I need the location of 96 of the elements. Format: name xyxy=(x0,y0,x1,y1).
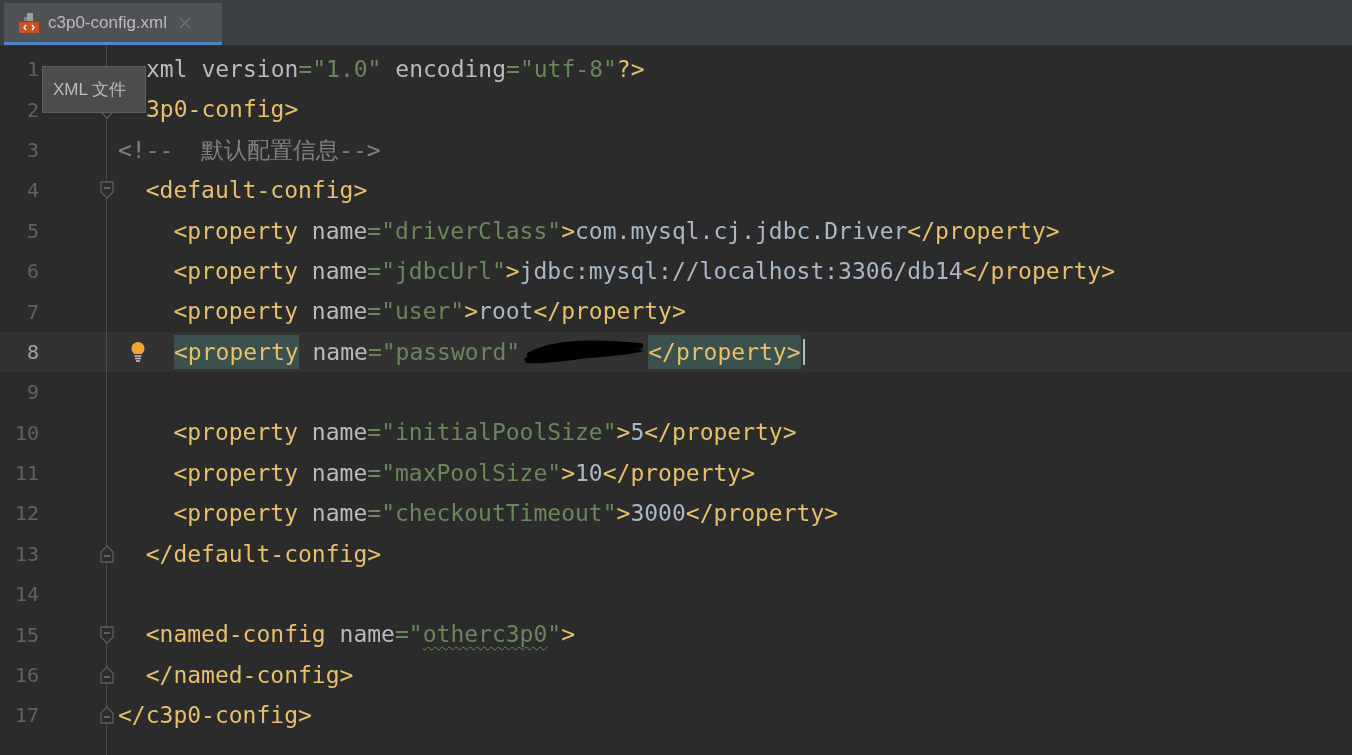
xml-tag: > xyxy=(616,496,631,531)
equals-sign: = xyxy=(367,458,382,488)
line-number: 9 xyxy=(25,379,40,407)
close-icon[interactable] xyxy=(179,16,192,29)
attribute-value: "password" xyxy=(381,337,521,367)
line-number: 13 xyxy=(13,540,40,568)
attribute-name: name xyxy=(310,256,368,286)
lightbulb-icon[interactable] xyxy=(130,340,146,363)
line-number: 8 xyxy=(25,338,40,366)
attribute-value: "jdbcUrl" xyxy=(381,256,506,286)
equals-sign: = xyxy=(367,337,382,367)
line-number: 11 xyxy=(13,460,40,488)
attribute-value: " xyxy=(408,620,423,650)
fold-marker-icon[interactable] xyxy=(100,544,114,563)
line-number: 14 xyxy=(13,581,40,609)
equals-sign: = xyxy=(367,297,382,327)
attribute-name: name xyxy=(310,216,368,246)
fold-marker-icon[interactable] xyxy=(100,625,114,644)
xml-tag: </property> xyxy=(907,213,1060,248)
element-text: com.mysql.cj.jdbc.Driver xyxy=(575,216,908,246)
tab-title: c3p0-config.xml xyxy=(48,11,168,34)
code-comment: <!-- 默认配置信息--> xyxy=(118,135,381,165)
xml-file-icon xyxy=(18,11,40,34)
fold-marker-icon[interactable] xyxy=(100,666,114,685)
line-number: 12 xyxy=(13,500,40,528)
attribute-value: "initialPoolSize" xyxy=(381,418,617,448)
attribute-value: " xyxy=(547,620,562,650)
line-number: 16 xyxy=(13,662,40,690)
line-number: 6 xyxy=(25,258,40,286)
attribute-value: "checkoutTimeout" xyxy=(381,499,617,529)
attribute-value: "maxPoolSize" xyxy=(381,458,562,488)
xml-tag: </c3p0-config> xyxy=(118,698,312,733)
xml-tag: </property> xyxy=(533,294,686,329)
element-text: 10 xyxy=(575,458,603,488)
attribute-value: "user" xyxy=(381,297,465,327)
xml-tag: <property xyxy=(118,253,298,289)
fold-marker-icon[interactable] xyxy=(100,706,114,725)
element-text: 5 xyxy=(630,418,645,448)
attribute-value: "driverClass" xyxy=(381,216,562,246)
equals-sign: = xyxy=(394,620,409,650)
attribute-name: version xyxy=(200,54,299,84)
line-number: 5 xyxy=(25,217,40,245)
xml-tag: </property> xyxy=(644,415,797,450)
equals-sign: = xyxy=(367,418,382,448)
xml-tag: <property xyxy=(118,294,298,329)
xml-tag: </property> xyxy=(685,496,839,531)
attribute-name: name xyxy=(311,337,368,367)
fold-marker-icon[interactable] xyxy=(100,181,114,200)
attribute-value: otherc3p0 xyxy=(422,620,548,650)
xml-tag: > xyxy=(464,294,479,329)
xml-tag: </named-config> xyxy=(118,657,354,693)
xml-tag: <named-config xyxy=(118,617,326,652)
attribute-name: name xyxy=(310,458,368,488)
equals-sign: = xyxy=(367,216,382,246)
xml-tag: > xyxy=(561,617,576,652)
attribute-name: encoding xyxy=(394,54,507,84)
xml-tag: <property xyxy=(118,415,298,450)
line-number: 1 xyxy=(25,56,40,84)
xml-tag: </default-config> xyxy=(118,536,382,572)
xml-tag: <property xyxy=(174,334,299,370)
file-tab[interactable]: c3p0-config.xml xyxy=(4,3,222,45)
tooltip: XML 文件 xyxy=(42,66,146,113)
equals-sign: = xyxy=(367,499,382,529)
xml-tag: > xyxy=(616,415,631,450)
xml-tag: ?> xyxy=(616,51,645,87)
attribute-name: name xyxy=(310,297,368,327)
attribute-value: "1.0" xyxy=(312,54,382,84)
xml-tag: > xyxy=(505,253,520,289)
xml-tag: <default-config> xyxy=(118,173,368,208)
attribute-name: name xyxy=(310,418,368,448)
xml-tag: </property> xyxy=(648,334,801,370)
line-number: 17 xyxy=(13,702,40,730)
line-number: 2 xyxy=(25,96,40,124)
line-number: 3 xyxy=(25,136,40,164)
xml-tag: > xyxy=(561,213,575,248)
equals-sign: = xyxy=(367,256,382,286)
element-text: root xyxy=(478,297,534,327)
element-text: 3000 xyxy=(630,499,686,529)
xml-tag: > xyxy=(561,455,575,491)
line-number: 7 xyxy=(25,298,40,326)
xml-tag: 3p0-config> xyxy=(146,92,299,127)
xml-tag: </property> xyxy=(962,253,1116,289)
xml-tag: <property xyxy=(118,496,298,531)
xml-tag: <property xyxy=(118,455,298,491)
element-text: jdbc:mysql://localhost:3306/db14 xyxy=(519,256,963,286)
xml-tag: <property xyxy=(118,213,298,248)
line-number: 15 xyxy=(13,621,40,649)
line-number: 10 xyxy=(13,419,40,447)
line-number: 4 xyxy=(25,177,40,205)
xml-tag: </property> xyxy=(602,455,756,491)
xml-declaration: xml xyxy=(146,54,188,84)
equals-sign: = xyxy=(298,54,313,84)
attribute-value: "utf-8" xyxy=(519,54,617,84)
attribute-name: name xyxy=(338,620,395,650)
attribute-name: name xyxy=(310,499,368,529)
equals-sign: = xyxy=(506,54,520,84)
